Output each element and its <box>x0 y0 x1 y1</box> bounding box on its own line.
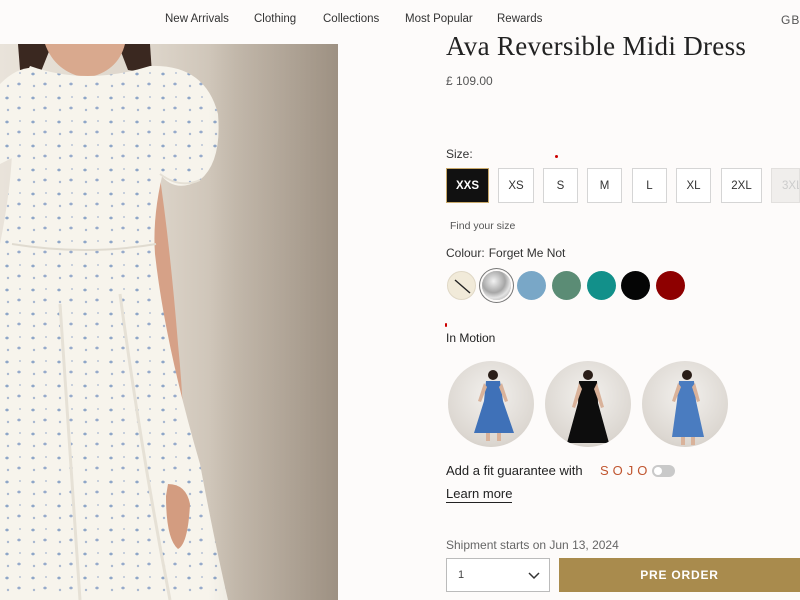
nav-rewards[interactable]: Rewards <box>497 13 542 25</box>
in-motion-thumbnail-2[interactable] <box>545 361 631 447</box>
size-option-l[interactable]: L <box>632 168 667 203</box>
print-swatch-icon[interactable] <box>447 271 476 300</box>
learn-more-link[interactable]: Learn more <box>446 486 513 503</box>
quantity-value: 1 <box>458 569 465 581</box>
currency-selector[interactable]: GB <box>781 13 800 27</box>
sojo-brand-logo: SOJO <box>600 463 652 478</box>
slash-icon <box>454 279 471 294</box>
sage-swatch-icon[interactable] <box>552 271 581 300</box>
find-your-size-link[interactable]: Find your size <box>450 220 515 232</box>
toggle-knob <box>654 467 662 475</box>
red-dot-marker <box>555 155 558 158</box>
blue-swatch-icon[interactable] <box>517 271 546 300</box>
quantity-select[interactable]: 1 <box>446 558 550 592</box>
size-option-m[interactable]: M <box>587 168 622 203</box>
blue-dress-back-image <box>474 370 514 441</box>
size-label: Size: <box>446 147 473 161</box>
size-option-xs[interactable]: XS <box>498 168 534 203</box>
size-option-2xl[interactable]: 2XL <box>721 168 762 203</box>
colour-label: Colour: Forget Me Not <box>446 246 565 260</box>
size-option-xl[interactable]: XL <box>676 168 711 203</box>
in-motion-thumbnail-1[interactable] <box>448 361 534 447</box>
product-title: Ava Reversible Midi Dress <box>446 31 747 61</box>
selected-colour-name: Forget Me Not <box>488 246 566 260</box>
fit-guarantee-toggle[interactable] <box>652 465 675 477</box>
size-option-3xl[interactable]: 3XL <box>771 168 800 203</box>
product-image <box>0 44 338 600</box>
pre-order-button[interactable]: PRE ORDER <box>559 558 800 592</box>
product-price: £ 109.00 <box>446 74 493 88</box>
in-motion-thumbnail-3[interactable] <box>642 361 728 447</box>
colour-label-text: Colour: <box>446 246 485 260</box>
size-option-s[interactable]: S <box>543 168 578 203</box>
blue-dress-side-image <box>672 370 704 445</box>
chevron-down-icon <box>528 572 540 580</box>
shipment-date-text: Shipment starts on Jun 13, 2024 <box>446 538 619 552</box>
red-mark <box>445 323 447 327</box>
fit-guarantee-text: Add a fit guarantee with <box>446 463 583 478</box>
black-dress-front-image <box>567 370 609 443</box>
nav-clothing[interactable]: Clothing <box>254 13 296 25</box>
size-option-xxs[interactable]: XXS <box>446 168 489 203</box>
black-swatch-icon[interactable] <box>621 271 650 300</box>
teal-swatch-icon[interactable] <box>587 271 616 300</box>
red-swatch-icon[interactable] <box>656 271 685 300</box>
nav-collections[interactable]: Collections <box>323 13 379 25</box>
in-motion-label: In Motion <box>446 331 496 345</box>
nav-new-arrivals[interactable]: New Arrivals <box>165 13 229 25</box>
metallic-swatch-icon[interactable] <box>482 271 511 300</box>
curtain-backdrop <box>208 44 338 600</box>
nav-most-popular[interactable]: Most Popular <box>405 13 473 25</box>
